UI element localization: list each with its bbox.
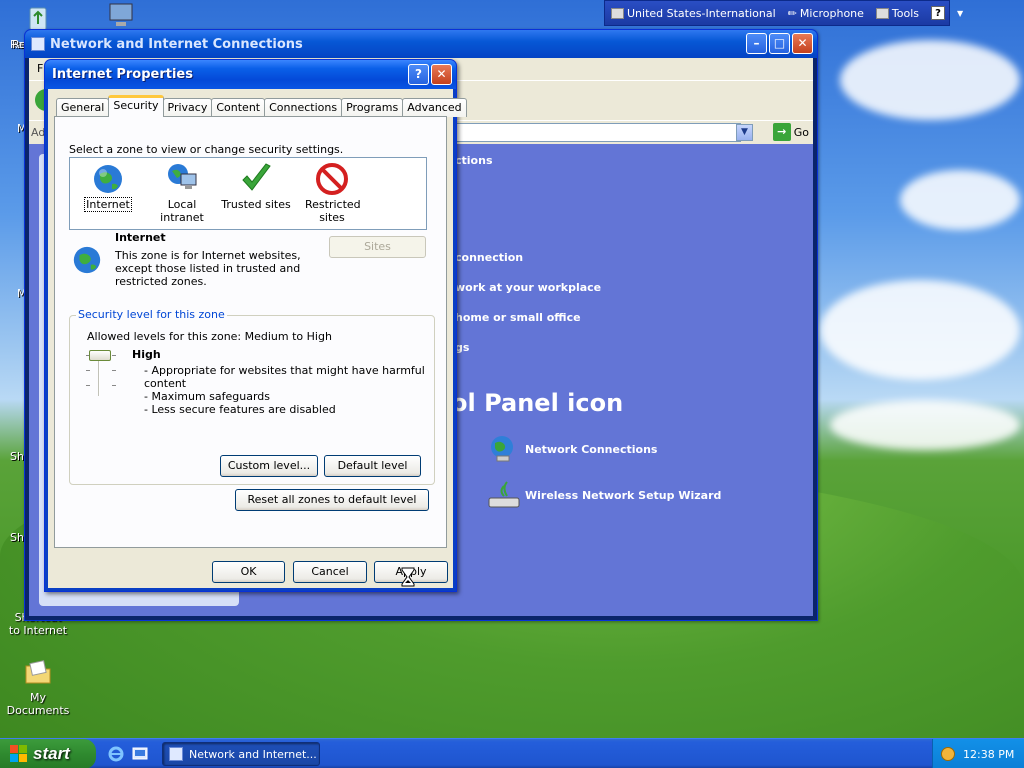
ok-button[interactable]: OK [212, 561, 285, 583]
system-tray: 12:38 PM [932, 739, 1024, 768]
show-desktop-icon[interactable] [132, 746, 148, 762]
minimize-button[interactable]: – [746, 33, 767, 54]
wallpaper-cloud [820, 280, 1020, 380]
start-button[interactable]: start [0, 739, 96, 768]
tab-advanced[interactable]: Advanced [402, 98, 467, 117]
security-slider-thumb[interactable] [89, 350, 111, 361]
security-level-group: Security level for this zone Allowed lev… [69, 308, 435, 485]
dialog-body: General Security Privacy Content Connect… [48, 89, 467, 588]
task-link[interactable]: ctions [455, 154, 493, 167]
zone-info-globe-icon [71, 244, 103, 276]
default-level-button[interactable]: Default level [324, 455, 421, 477]
tab-general[interactable]: General [56, 98, 110, 117]
tab-connections[interactable]: Connections [264, 98, 343, 117]
taskbar-button-network[interactable]: Network and Internet... [162, 742, 320, 766]
wallpaper-cloud [840, 40, 1020, 120]
security-level-name: High [132, 348, 161, 361]
network-globe-icon [487, 434, 517, 464]
desktop-partial-label: Sh [10, 450, 24, 463]
control-panel-heading: ol Panel icon [451, 389, 624, 417]
go-button[interactable]: → Go [772, 123, 809, 141]
select-zone-label: Select a zone to view or change security… [69, 143, 344, 156]
wallpaper-cloud [900, 170, 1020, 230]
help-icon: ? [931, 6, 946, 20]
allowed-levels-label: Allowed levels for this zone: Medium to … [87, 330, 332, 343]
custom-level-button[interactable]: Custom level... [220, 455, 318, 477]
windows-logo-icon [10, 745, 28, 763]
tab-security[interactable]: Security [108, 95, 164, 117]
window-title: Network and Internet Connections [50, 36, 303, 52]
zone-list: Internet Local intranet Trusted sites Re… [69, 157, 427, 230]
intranet-icon [165, 162, 199, 196]
internet-explorer-icon[interactable] [108, 746, 124, 762]
security-level-description: - Less secure features are disabled [144, 403, 336, 416]
task-link[interactable]: work at your workplace [455, 281, 601, 294]
close-button[interactable]: ✕ [792, 33, 813, 54]
desktop-icon-my-documents[interactable]: My Documents [0, 656, 76, 717]
maximize-button[interactable]: □ [769, 33, 790, 54]
task-link[interactable]: home or small office [455, 311, 581, 324]
tools-icon [875, 7, 889, 19]
taskbar: start Network and Internet... 12:38 PM [0, 738, 1024, 768]
zone-info-description: except those listed in trusted and [115, 262, 301, 275]
tab-privacy[interactable]: Privacy [162, 98, 213, 117]
zone-info-description: restricted zones. [115, 275, 207, 288]
window-icon [31, 37, 45, 51]
language-selector[interactable]: United States-International [605, 7, 782, 20]
address-dropdown-button[interactable]: ▼ [736, 124, 753, 141]
desktop-icon-label: My Documents [6, 691, 70, 717]
zone-internet[interactable]: Internet [72, 162, 144, 212]
reset-all-zones-button[interactable]: Reset all zones to default level [235, 489, 429, 511]
zone-restricted-sites[interactable]: Restricted sites [296, 162, 368, 224]
language-bar-options[interactable]: ▼ [951, 9, 969, 18]
language-bar: United States-International ✏ Microphone… [604, 0, 963, 26]
folder-icon [22, 656, 54, 688]
zone-trusted-sites[interactable]: Trusted sites [220, 162, 292, 211]
task-link[interactable]: connection [455, 251, 523, 264]
close-button[interactable]: ✕ [431, 64, 452, 85]
security-tab-panel: Select a zone to view or change security… [54, 116, 447, 548]
window-icon [169, 747, 183, 761]
cancel-button[interactable]: Cancel [293, 561, 367, 583]
microphone-button[interactable]: ✏ Microphone [782, 7, 870, 20]
keyboard-icon [611, 7, 624, 19]
network-connections-item[interactable]: Network Connections [487, 434, 657, 464]
dialog-title-bar[interactable]: Internet Properties [45, 60, 456, 89]
desktop-partial-label: Sh [10, 531, 24, 544]
task-link[interactable]: gs [455, 341, 469, 354]
help-button[interactable]: ? [408, 64, 429, 85]
language-bar-help-button[interactable]: ? [925, 6, 951, 20]
wallpaper-cloud [830, 400, 1020, 450]
hourglass-cursor-icon [401, 567, 415, 587]
globe-icon [91, 162, 125, 196]
security-level-legend: Security level for this zone [76, 308, 227, 321]
chevron-down-icon: ▼ [957, 8, 964, 18]
restricted-icon [315, 162, 349, 196]
wireless-setup-item[interactable]: Wireless Network Setup Wizard [487, 480, 721, 510]
tab-strip: General Security Privacy Content Connect… [56, 95, 467, 117]
security-level-description: content [144, 377, 187, 390]
zone-local-intranet[interactable]: Local intranet [146, 162, 218, 224]
microphone-icon: ✏ [787, 6, 797, 20]
tools-button[interactable]: Tools [870, 7, 925, 20]
window-title-bar[interactable]: Network and Internet Connections [25, 30, 817, 58]
checkmark-icon [239, 162, 273, 196]
tab-content[interactable]: Content [211, 98, 266, 117]
zone-info-title: Internet [115, 231, 166, 244]
menu-item-file[interactable]: F [37, 62, 43, 75]
internet-properties-dialog: Internet Properties ? ✕ General Security… [44, 59, 467, 592]
clock[interactable]: 12:38 PM [963, 748, 1014, 761]
wireless-icon [487, 480, 520, 510]
network-tray-icon[interactable] [941, 747, 955, 761]
sites-button[interactable]: Sites [329, 236, 426, 258]
zone-info-description: This zone is for Internet websites, [115, 249, 301, 262]
tab-programs[interactable]: Programs [341, 98, 404, 117]
security-level-description: - Maximum safeguards [144, 390, 271, 403]
go-arrow-icon: → [772, 123, 791, 141]
dialog-title: Internet Properties [52, 67, 193, 82]
security-level-description: - Appropriate for websites that might ha… [144, 364, 425, 377]
